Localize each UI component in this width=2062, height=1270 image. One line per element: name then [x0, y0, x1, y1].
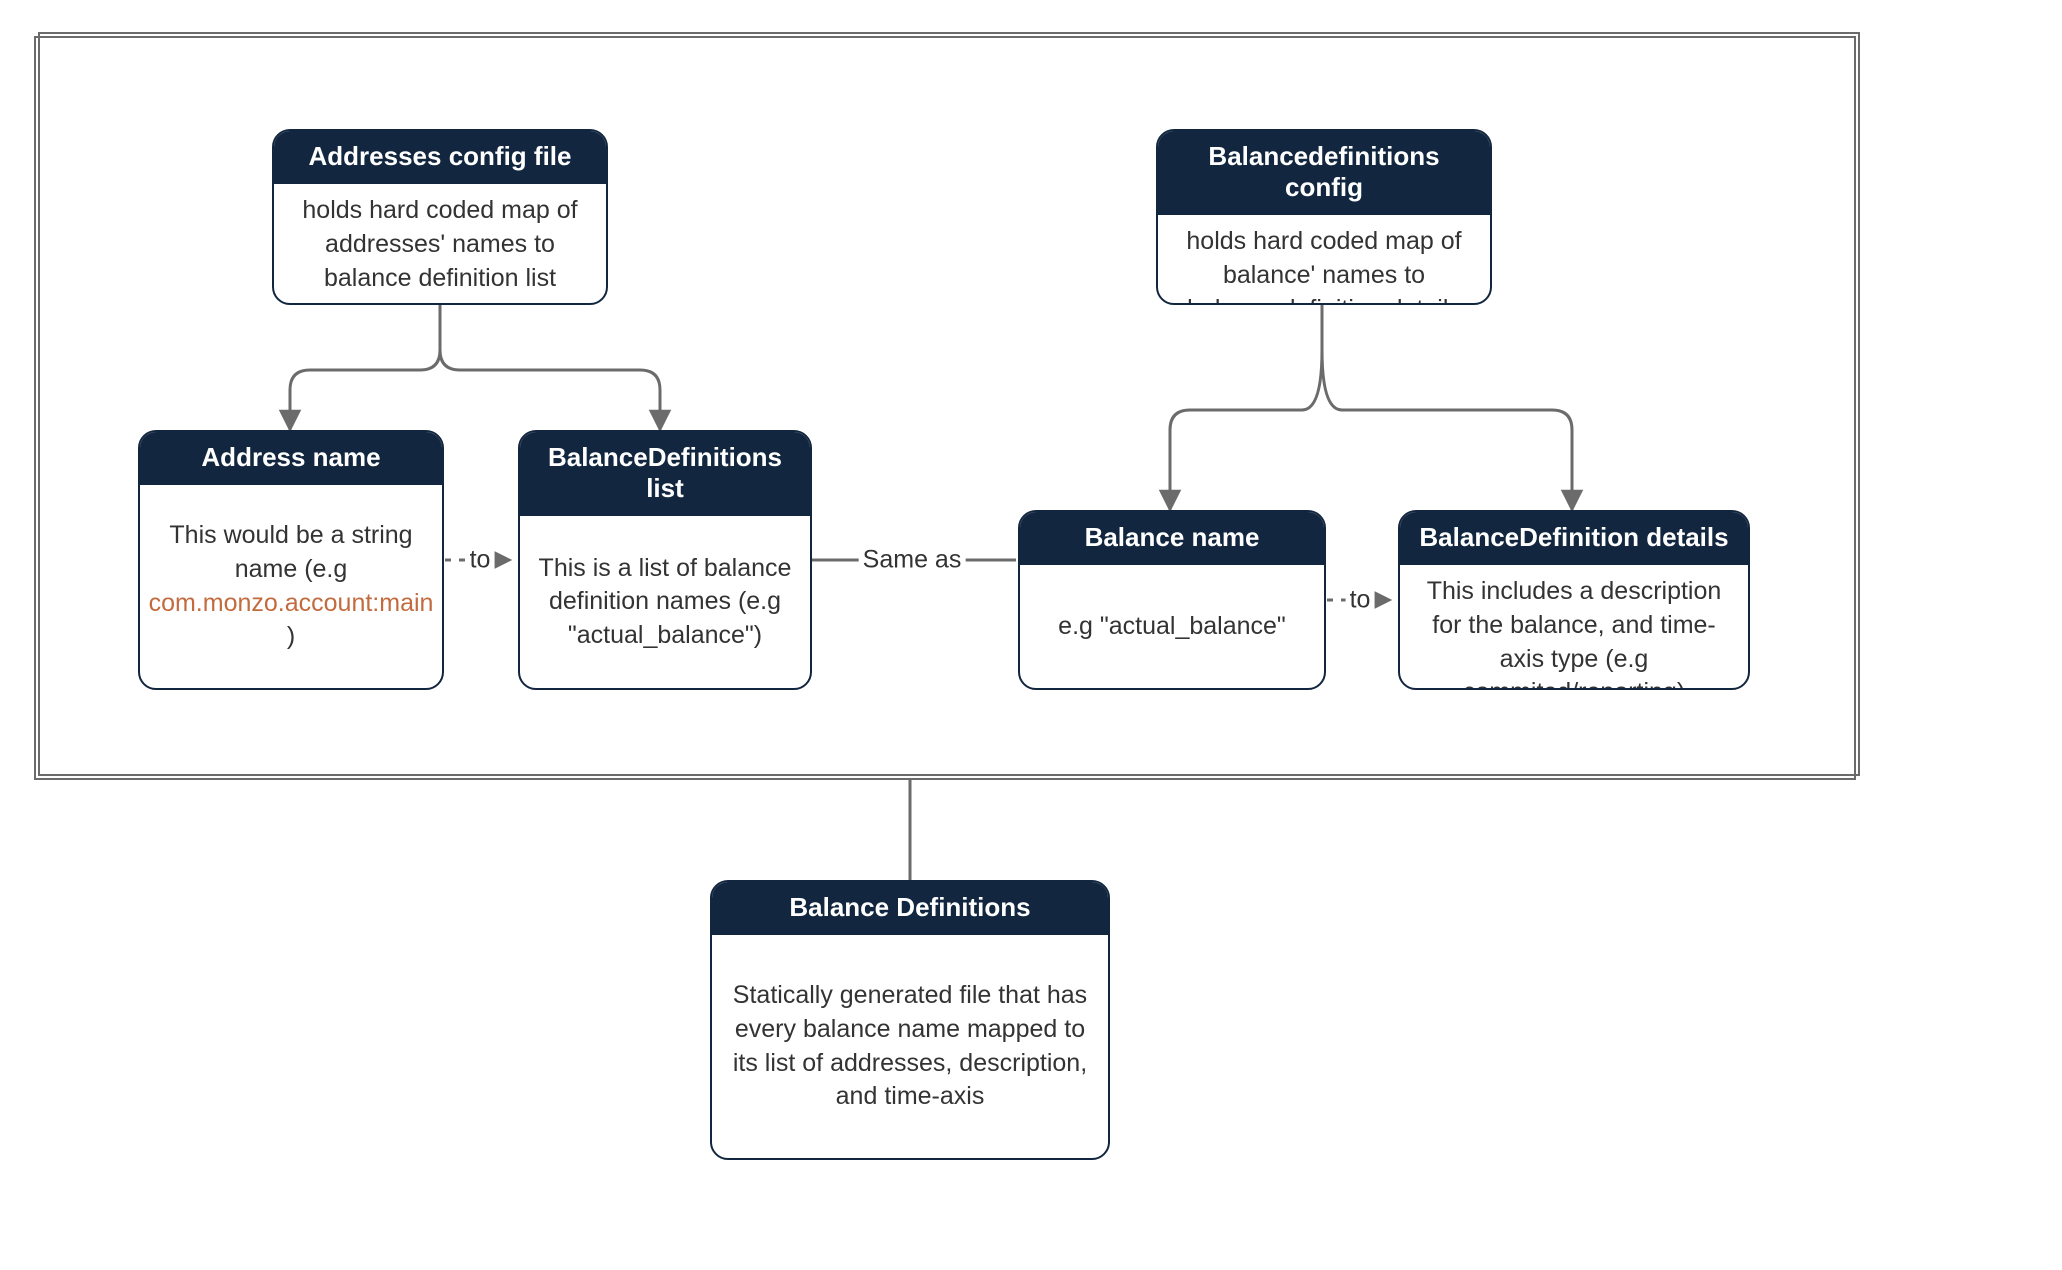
node-baldef-list: BalanceDefinitions list This is a list o…: [518, 430, 812, 690]
node-address-name: Address name This would be a string name…: [138, 430, 444, 690]
edge-label-to-1: to: [466, 546, 495, 575]
node-title: Balancedefinitions config: [1158, 131, 1490, 215]
node-balancedef-config: Balancedefinitions config holds hard cod…: [1156, 129, 1492, 305]
node-body-prefix: This would be a string name (e.g: [169, 521, 412, 583]
node-title: Address name: [140, 432, 442, 485]
node-body: Statically generated file that has every…: [712, 935, 1108, 1158]
node-body: holds hard coded map of addresses' names…: [274, 184, 606, 305]
node-title: BalanceDefinitions list: [520, 432, 810, 516]
node-title: BalanceDefinition details: [1400, 512, 1748, 565]
node-baldef-details: BalanceDefinition details This includes …: [1398, 510, 1750, 690]
node-body-suffix: ): [287, 622, 295, 650]
node-balance-name: Balance name e.g "actual_balance": [1018, 510, 1326, 690]
code-text: com.monzo.account:main: [149, 589, 434, 617]
node-title: Addresses config file: [274, 131, 606, 184]
node-title: Balance name: [1020, 512, 1324, 565]
node-balance-definitions: Balance Definitions Statically generated…: [710, 880, 1110, 1160]
node-body: This would be a string name (e.g com.mon…: [140, 485, 442, 688]
node-addresses-config: Addresses config file holds hard coded m…: [272, 129, 608, 305]
node-body: e.g "actual_balance": [1020, 565, 1324, 688]
node-body: This includes a description for the bala…: [1400, 565, 1748, 690]
edge-label-to-2: to: [1346, 586, 1375, 615]
node-title: Balance Definitions: [712, 882, 1108, 935]
node-body: holds hard coded map of balance' names t…: [1158, 215, 1490, 305]
edge-label-same-as: Same as: [859, 546, 966, 575]
diagram-canvas: Addresses config file holds hard coded m…: [0, 0, 2062, 1270]
node-body: This is a list of balance definition nam…: [520, 516, 810, 688]
